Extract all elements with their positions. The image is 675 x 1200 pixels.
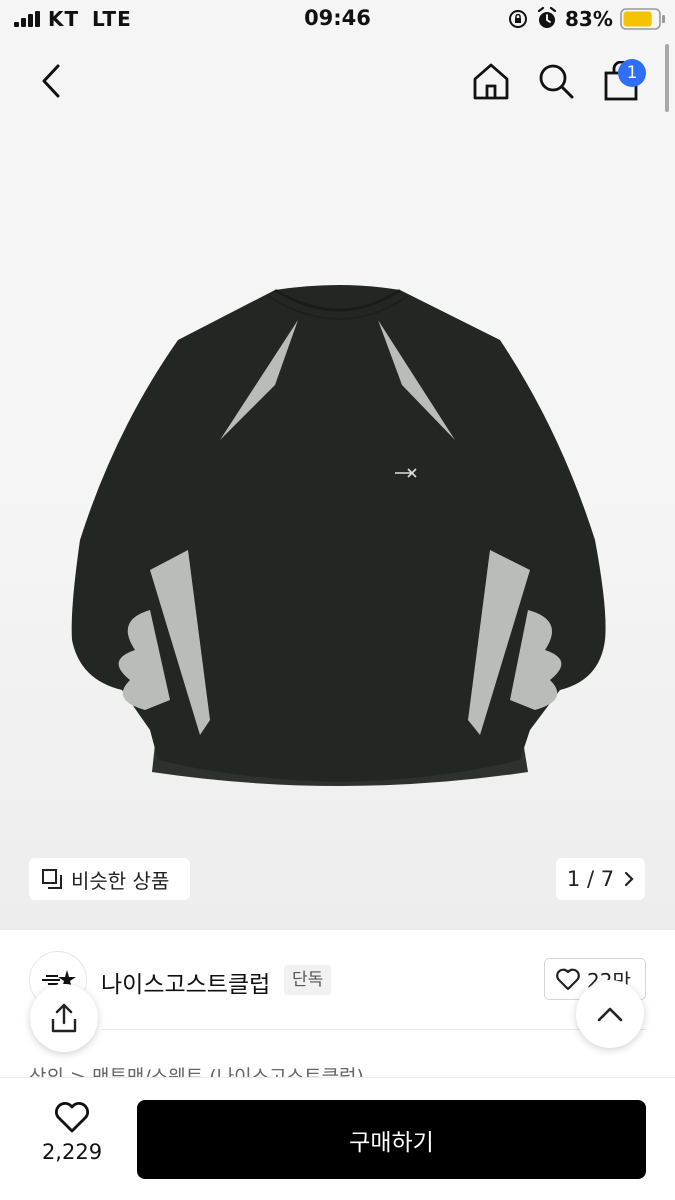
similar-products-label: 비슷한 상품 (71, 868, 170, 893)
scroll-to-top-button[interactable] (576, 980, 644, 1048)
product-image[interactable] (0, 40, 675, 930)
back-chevron-icon (42, 64, 60, 98)
share-icon (51, 1003, 77, 1033)
copy-icon (42, 869, 62, 889)
heart-icon (55, 1102, 89, 1133)
similar-products-button[interactable]: 비슷한 상품 (29, 858, 190, 900)
wishlist-count: 2,229 (41, 1140, 103, 1164)
chevron-right-icon (624, 871, 634, 887)
orientation-lock-icon (509, 10, 527, 28)
search-icon (539, 64, 574, 99)
home-button[interactable] (466, 56, 516, 106)
alarm-icon (537, 7, 557, 28)
battery-percent: 83% (565, 7, 613, 31)
chevron-up-icon (597, 1007, 623, 1022)
scroll-indicator (665, 44, 669, 112)
exclusive-badge: 단독 (284, 965, 332, 995)
bottom-action-bar: 2,229 구매하기 (0, 1077, 675, 1200)
buy-button[interactable]: 구매하기 (137, 1100, 646, 1179)
brand-name[interactable]: 나이스고스트클럽 (101, 965, 270, 999)
home-icon (473, 63, 509, 100)
top-nav (0, 40, 675, 130)
share-button[interactable] (30, 984, 98, 1052)
divider (101, 1029, 646, 1030)
cart-count-badge: 1 (618, 59, 646, 87)
image-pager-label: 1 / 7 (566, 867, 615, 891)
battery-icon (620, 8, 665, 30)
image-pager-button[interactable]: 1 / 7 (556, 858, 645, 900)
back-button[interactable] (26, 56, 76, 106)
sweatshirt-image (71, 285, 606, 786)
search-button[interactable] (531, 56, 581, 106)
wishlist-button[interactable]: 2,229 (30, 1100, 114, 1180)
status-bar: KT LTE 09:46 83% (0, 0, 675, 40)
heart-icon (556, 968, 580, 991)
product-info: 나이스고스트클럽 단독 22만 상의 > 맨투맨/스웨트 (나이스고스트클럽) (0, 930, 675, 1088)
